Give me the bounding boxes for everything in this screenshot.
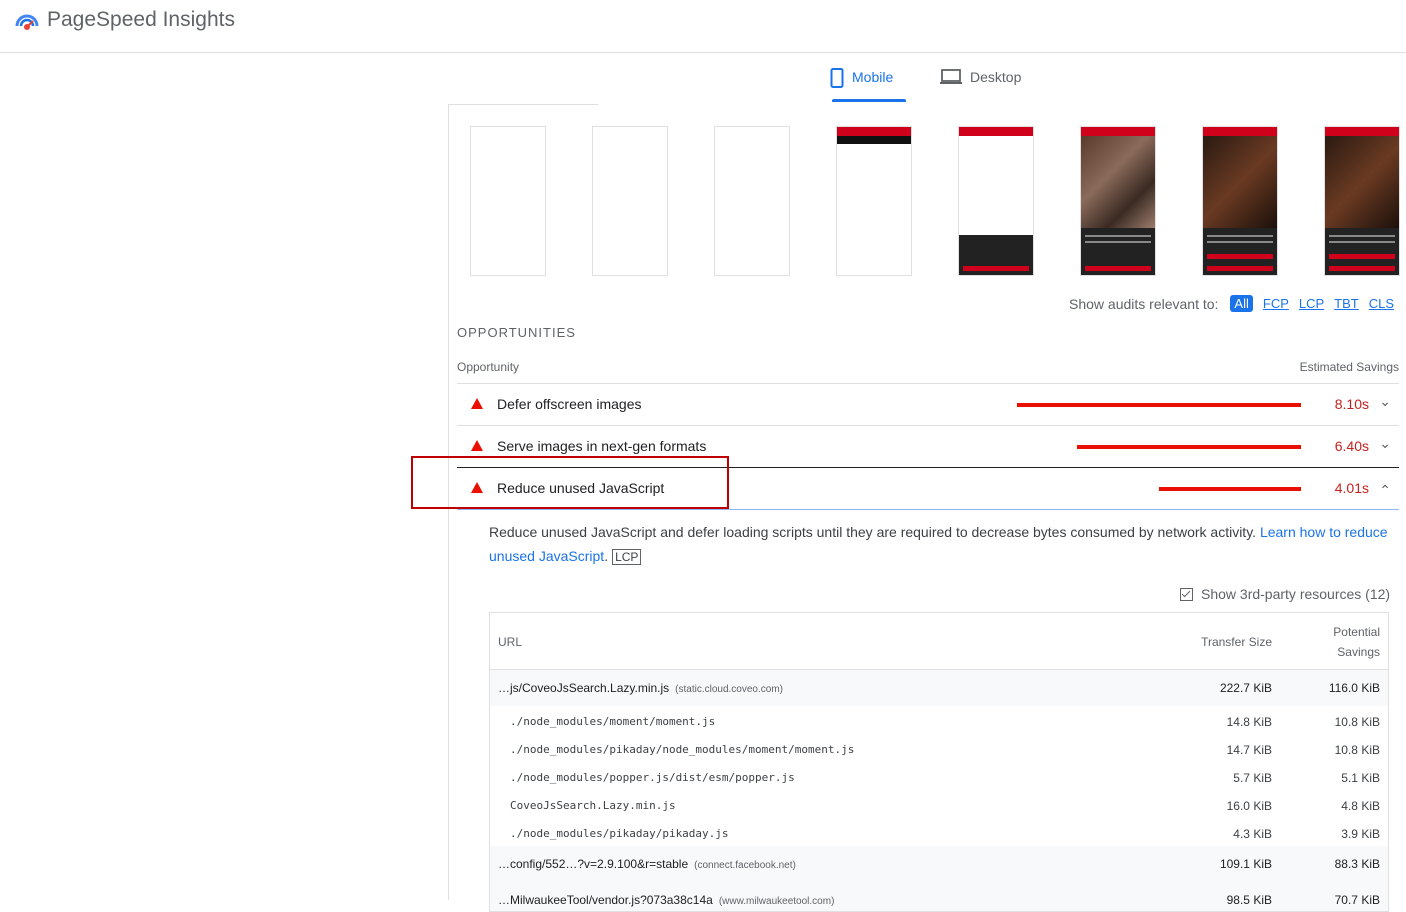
row-url[interactable]: …config/552…?v=2.9.100&r=stable (connect.… [498, 857, 796, 871]
description-text: Reduce unused JavaScript and defer loadi… [489, 524, 1260, 540]
table-row: …config/552…?v=2.9.100&r=stable (connect.… [490, 846, 1388, 882]
filmstrip-frame [714, 126, 790, 276]
row-host: (www.milwaukeetool.com) [718, 896, 835, 907]
app-title[interactable]: PageSpeed Insights [47, 8, 235, 32]
savings-value: 8.10s [1334, 396, 1369, 412]
row-potential-savings: 10.8 KiB [1334, 715, 1380, 729]
chip-cls[interactable]: CLS [1369, 296, 1394, 311]
filmstrip-frame [470, 126, 546, 276]
chip-lcp[interactable]: LCP [1299, 296, 1324, 311]
col-head-savings: Estimated Savings [1299, 360, 1399, 374]
lcp-tag: LCP [612, 549, 642, 565]
row-url[interactable]: ./node_modules/pikaday/node_modules/mome… [510, 743, 854, 756]
row-url[interactable]: ./node_modules/moment/moment.js [510, 715, 715, 728]
expanded-divider [457, 509, 1399, 510]
chip-tbt[interactable]: TBT [1334, 296, 1359, 311]
row-transfer-size: 5.7 KiB [1233, 771, 1272, 785]
filmstrip-frame [958, 126, 1034, 276]
th-transfer: Transfer Size [1201, 635, 1272, 649]
tab-desktop-label: Desktop [970, 69, 1022, 85]
checkbox-checked-icon[interactable] [1180, 587, 1193, 601]
details-table: URL Transfer Size Potential Savings …js/… [489, 612, 1389, 912]
row-transfer-size: 4.3 KiB [1233, 827, 1272, 841]
desktop-icon [940, 69, 962, 84]
chevron-down-icon[interactable]: ⌄ [1379, 393, 1391, 410]
section-title-opportunities: OPPORTUNITIES [457, 325, 576, 340]
filmstrip-frame [1080, 126, 1156, 276]
savings-bar [1159, 487, 1301, 491]
row-host: (static.cloud.coveo.com) [675, 684, 783, 695]
chevron-up-icon[interactable]: ⌃ [1379, 482, 1391, 499]
row-potential-savings: 3.9 KiB [1341, 827, 1380, 841]
audit-filter-label: Show audits relevant to: [1069, 295, 1219, 312]
row-potential-savings: 10.8 KiB [1334, 743, 1380, 757]
row-transfer-size: 109.1 KiB [1219, 857, 1272, 871]
table-header: URL Transfer Size Potential Savings [490, 613, 1388, 670]
table-row: ./node_modules/pikaday/node_modules/mome… [490, 734, 1388, 762]
row-url[interactable]: ./node_modules/popper.js/dist/esm/popper… [510, 771, 795, 784]
savings-bar [1077, 445, 1301, 449]
table-row: …js/CoveoJsSearch.Lazy.min.js (static.clo… [490, 670, 1388, 706]
filmstrip-frame [836, 126, 912, 276]
chevron-down-icon[interactable]: ⌄ [1379, 435, 1391, 452]
filmstrip-frame [1202, 126, 1278, 276]
audit-filter: Show audits relevant to: All FCP LCP TBT… [1069, 295, 1394, 312]
table-row: CoveoJsSearch.Lazy.min.js 16.0 KiB 4.8 KiB [490, 790, 1388, 818]
row-url[interactable]: CoveoJsSearch.Lazy.min.js [510, 799, 676, 812]
panel-divider [448, 104, 598, 105]
opportunity-title: Defer offscreen images [497, 396, 642, 412]
th-url: URL [498, 635, 523, 649]
row-potential-savings: 70.7 KiB [1334, 893, 1380, 907]
highlight-box [411, 456, 729, 509]
table-row: ./node_modules/moment/moment.js 14.8 KiB 1… [490, 706, 1388, 734]
description-suffix: . [604, 548, 609, 564]
fail-triangle-icon [471, 440, 483, 451]
fail-triangle-icon [471, 398, 483, 409]
row-potential-savings: 4.8 KiB [1341, 799, 1380, 813]
row-host: (connect.facebook.net) [694, 860, 796, 871]
chip-fcp[interactable]: FCP [1263, 296, 1289, 311]
row-url[interactable]: ./node_modules/pikaday/pikaday.js [510, 827, 729, 840]
row-transfer-size: 16.0 KiB [1226, 799, 1272, 813]
third-party-toggle[interactable]: Show 3rd-party resources (12) [1180, 586, 1390, 602]
row-transfer-size: 14.7 KiB [1226, 743, 1272, 757]
mobile-icon [830, 68, 844, 88]
table-row: …MilwaukeeTool/vendor.js?073a38c14a (www.… [490, 882, 1388, 911]
th-savings: Savings [1337, 645, 1380, 659]
filmstrip-frame [592, 126, 668, 276]
row-transfer-size: 222.7 KiB [1219, 681, 1272, 695]
row-transfer-size: 98.5 KiB [1226, 893, 1272, 907]
row-potential-savings: 88.3 KiB [1334, 857, 1380, 871]
table-row: ./node_modules/popper.js/dist/esm/popper… [490, 762, 1388, 790]
row-url[interactable]: …js/CoveoJsSearch.Lazy.min.js (static.clo… [498, 681, 783, 695]
third-party-label: Show 3rd-party resources (12) [1201, 586, 1391, 602]
opportunity-description: Reduce unused JavaScript and defer loadi… [489, 520, 1394, 569]
chip-all[interactable]: All [1230, 295, 1253, 312]
tab-mobile[interactable]: Mobile [830, 62, 906, 102]
opportunity-title: Serve images in next-gen formats [497, 438, 707, 454]
top-bar: PageSpeed Insights [0, 0, 1406, 53]
th-potential: Potential [1333, 625, 1380, 639]
row-url[interactable]: …MilwaukeeTool/vendor.js?073a38c14a (www.… [498, 893, 834, 907]
tab-desktop[interactable]: Desktop [940, 62, 1050, 102]
row-potential-savings: 116.0 KiB [1328, 681, 1380, 695]
opportunity-row[interactable]: Defer offscreen images 8.10s ⌄ [457, 383, 1399, 425]
savings-bar [1017, 403, 1301, 407]
tab-mobile-label: Mobile [852, 69, 894, 85]
col-head-opportunity: Opportunity [457, 360, 520, 374]
filmstrip-frame [1324, 126, 1400, 276]
pagespeed-logo-icon[interactable] [14, 8, 40, 34]
savings-value: 6.40s [1334, 438, 1369, 454]
savings-value: 4.01s [1334, 480, 1369, 496]
row-potential-savings: 5.1 KiB [1341, 771, 1380, 785]
row-transfer-size: 14.8 KiB [1226, 715, 1272, 729]
table-row: ./node_modules/pikaday/pikaday.js 4.3 KiB… [490, 818, 1388, 846]
